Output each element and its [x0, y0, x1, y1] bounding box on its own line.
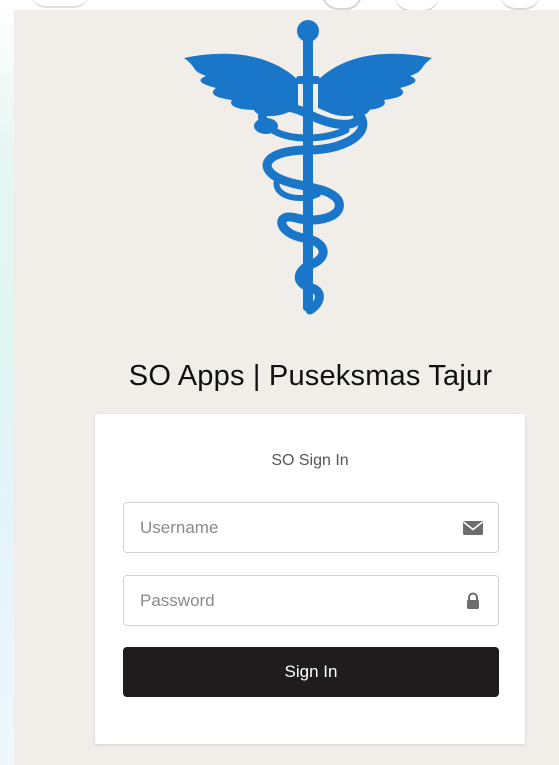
username-field[interactable] — [123, 502, 499, 553]
password-input[interactable] — [124, 576, 454, 625]
password-field[interactable] — [123, 575, 499, 626]
username-input[interactable] — [124, 503, 454, 552]
caduceus-icon — [184, 20, 432, 315]
login-card-title: SO Sign In — [271, 452, 349, 469]
login-card: SO Sign In Sign In — [95, 414, 525, 744]
lock-icon — [467, 592, 479, 609]
envelope-icon — [463, 521, 483, 535]
sign-in-button[interactable]: Sign In — [123, 647, 499, 697]
app-title: SO Apps | Puseksmas Tajur — [128, 360, 493, 392]
